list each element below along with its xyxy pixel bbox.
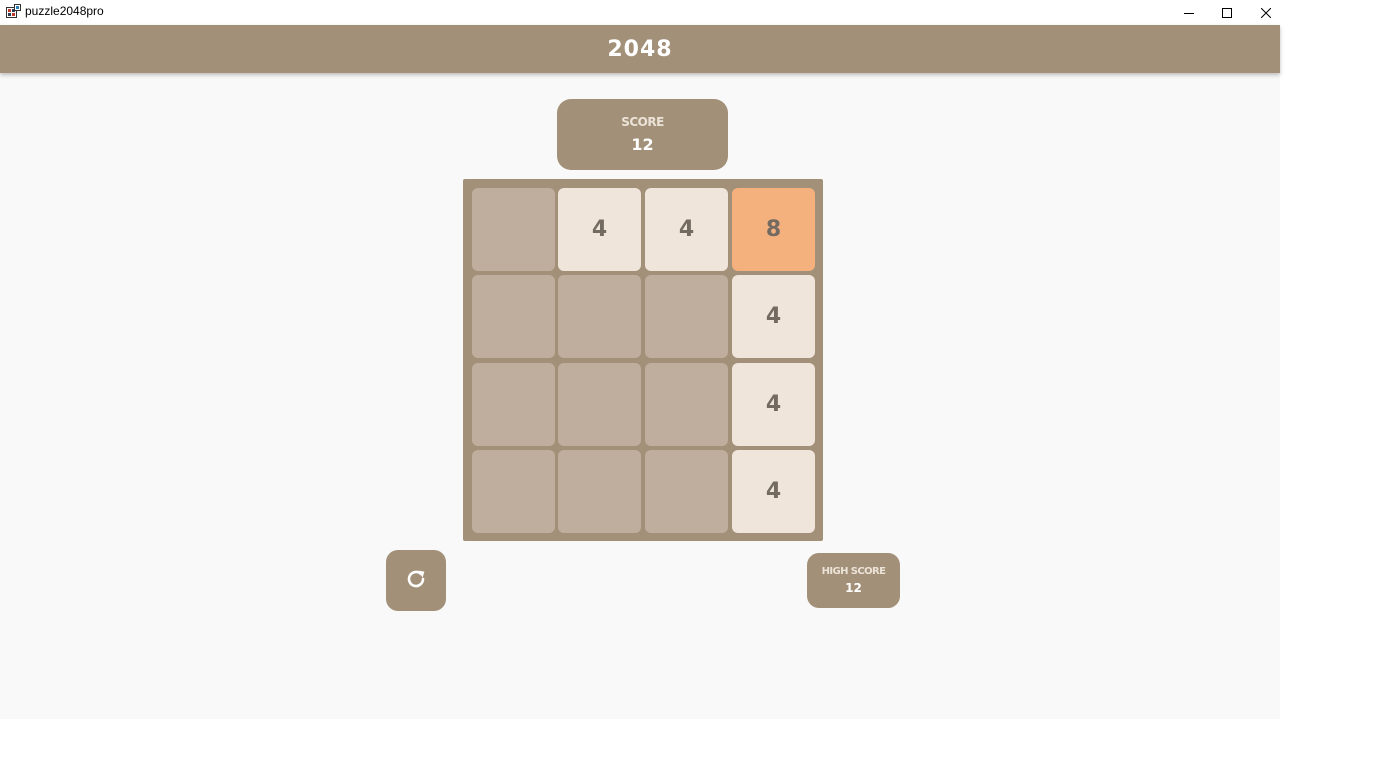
tile-r2-c1 xyxy=(558,363,641,446)
tile-r3-c2 xyxy=(645,450,728,533)
app-icon xyxy=(6,4,21,19)
tile-r0-c2: 4 xyxy=(645,188,728,271)
tile-r3-c1 xyxy=(558,450,641,533)
app-window: puzzle2048pro 2048 SCORE 12 4 4 8 4 4 4 … xyxy=(0,0,1280,719)
score-panel: SCORE 12 xyxy=(557,99,728,170)
tile-r2-c2 xyxy=(645,363,728,446)
close-button[interactable] xyxy=(1247,0,1285,25)
high-score-panel: HIGH SCORE 12 xyxy=(807,553,900,608)
tile-r0-c3: 8 xyxy=(732,188,815,271)
tile-r1-c0 xyxy=(472,275,555,358)
tile-r1-c2 xyxy=(645,275,728,358)
close-icon xyxy=(1261,7,1271,18)
tile-r3-c0 xyxy=(472,450,555,533)
game-board[interactable]: 4 4 8 4 4 4 xyxy=(463,179,823,541)
maximize-icon xyxy=(1222,7,1232,18)
tile-r0-c0 xyxy=(472,188,555,271)
app-bar: 2048 xyxy=(0,25,1280,73)
game-title: 2048 xyxy=(607,36,673,62)
minimize-button[interactable] xyxy=(1170,0,1208,25)
tile-r3-c3: 4 xyxy=(732,450,815,533)
score-label: SCORE xyxy=(621,115,664,129)
high-score-label: HIGH SCORE xyxy=(821,566,886,577)
minimize-icon xyxy=(1184,8,1194,18)
score-value: 12 xyxy=(631,135,654,154)
refresh-icon xyxy=(404,567,428,595)
maximize-button[interactable] xyxy=(1208,0,1246,25)
tile-r2-c3: 4 xyxy=(732,363,815,446)
tile-r2-c0 xyxy=(472,363,555,446)
title-bar: puzzle2048pro xyxy=(0,0,1280,25)
window-title: puzzle2048pro xyxy=(25,4,104,18)
tile-r1-c1 xyxy=(558,275,641,358)
restart-button[interactable] xyxy=(386,550,446,611)
tile-r0-c1: 4 xyxy=(558,188,641,271)
high-score-value: 12 xyxy=(845,581,862,595)
tile-r1-c3: 4 xyxy=(732,275,815,358)
